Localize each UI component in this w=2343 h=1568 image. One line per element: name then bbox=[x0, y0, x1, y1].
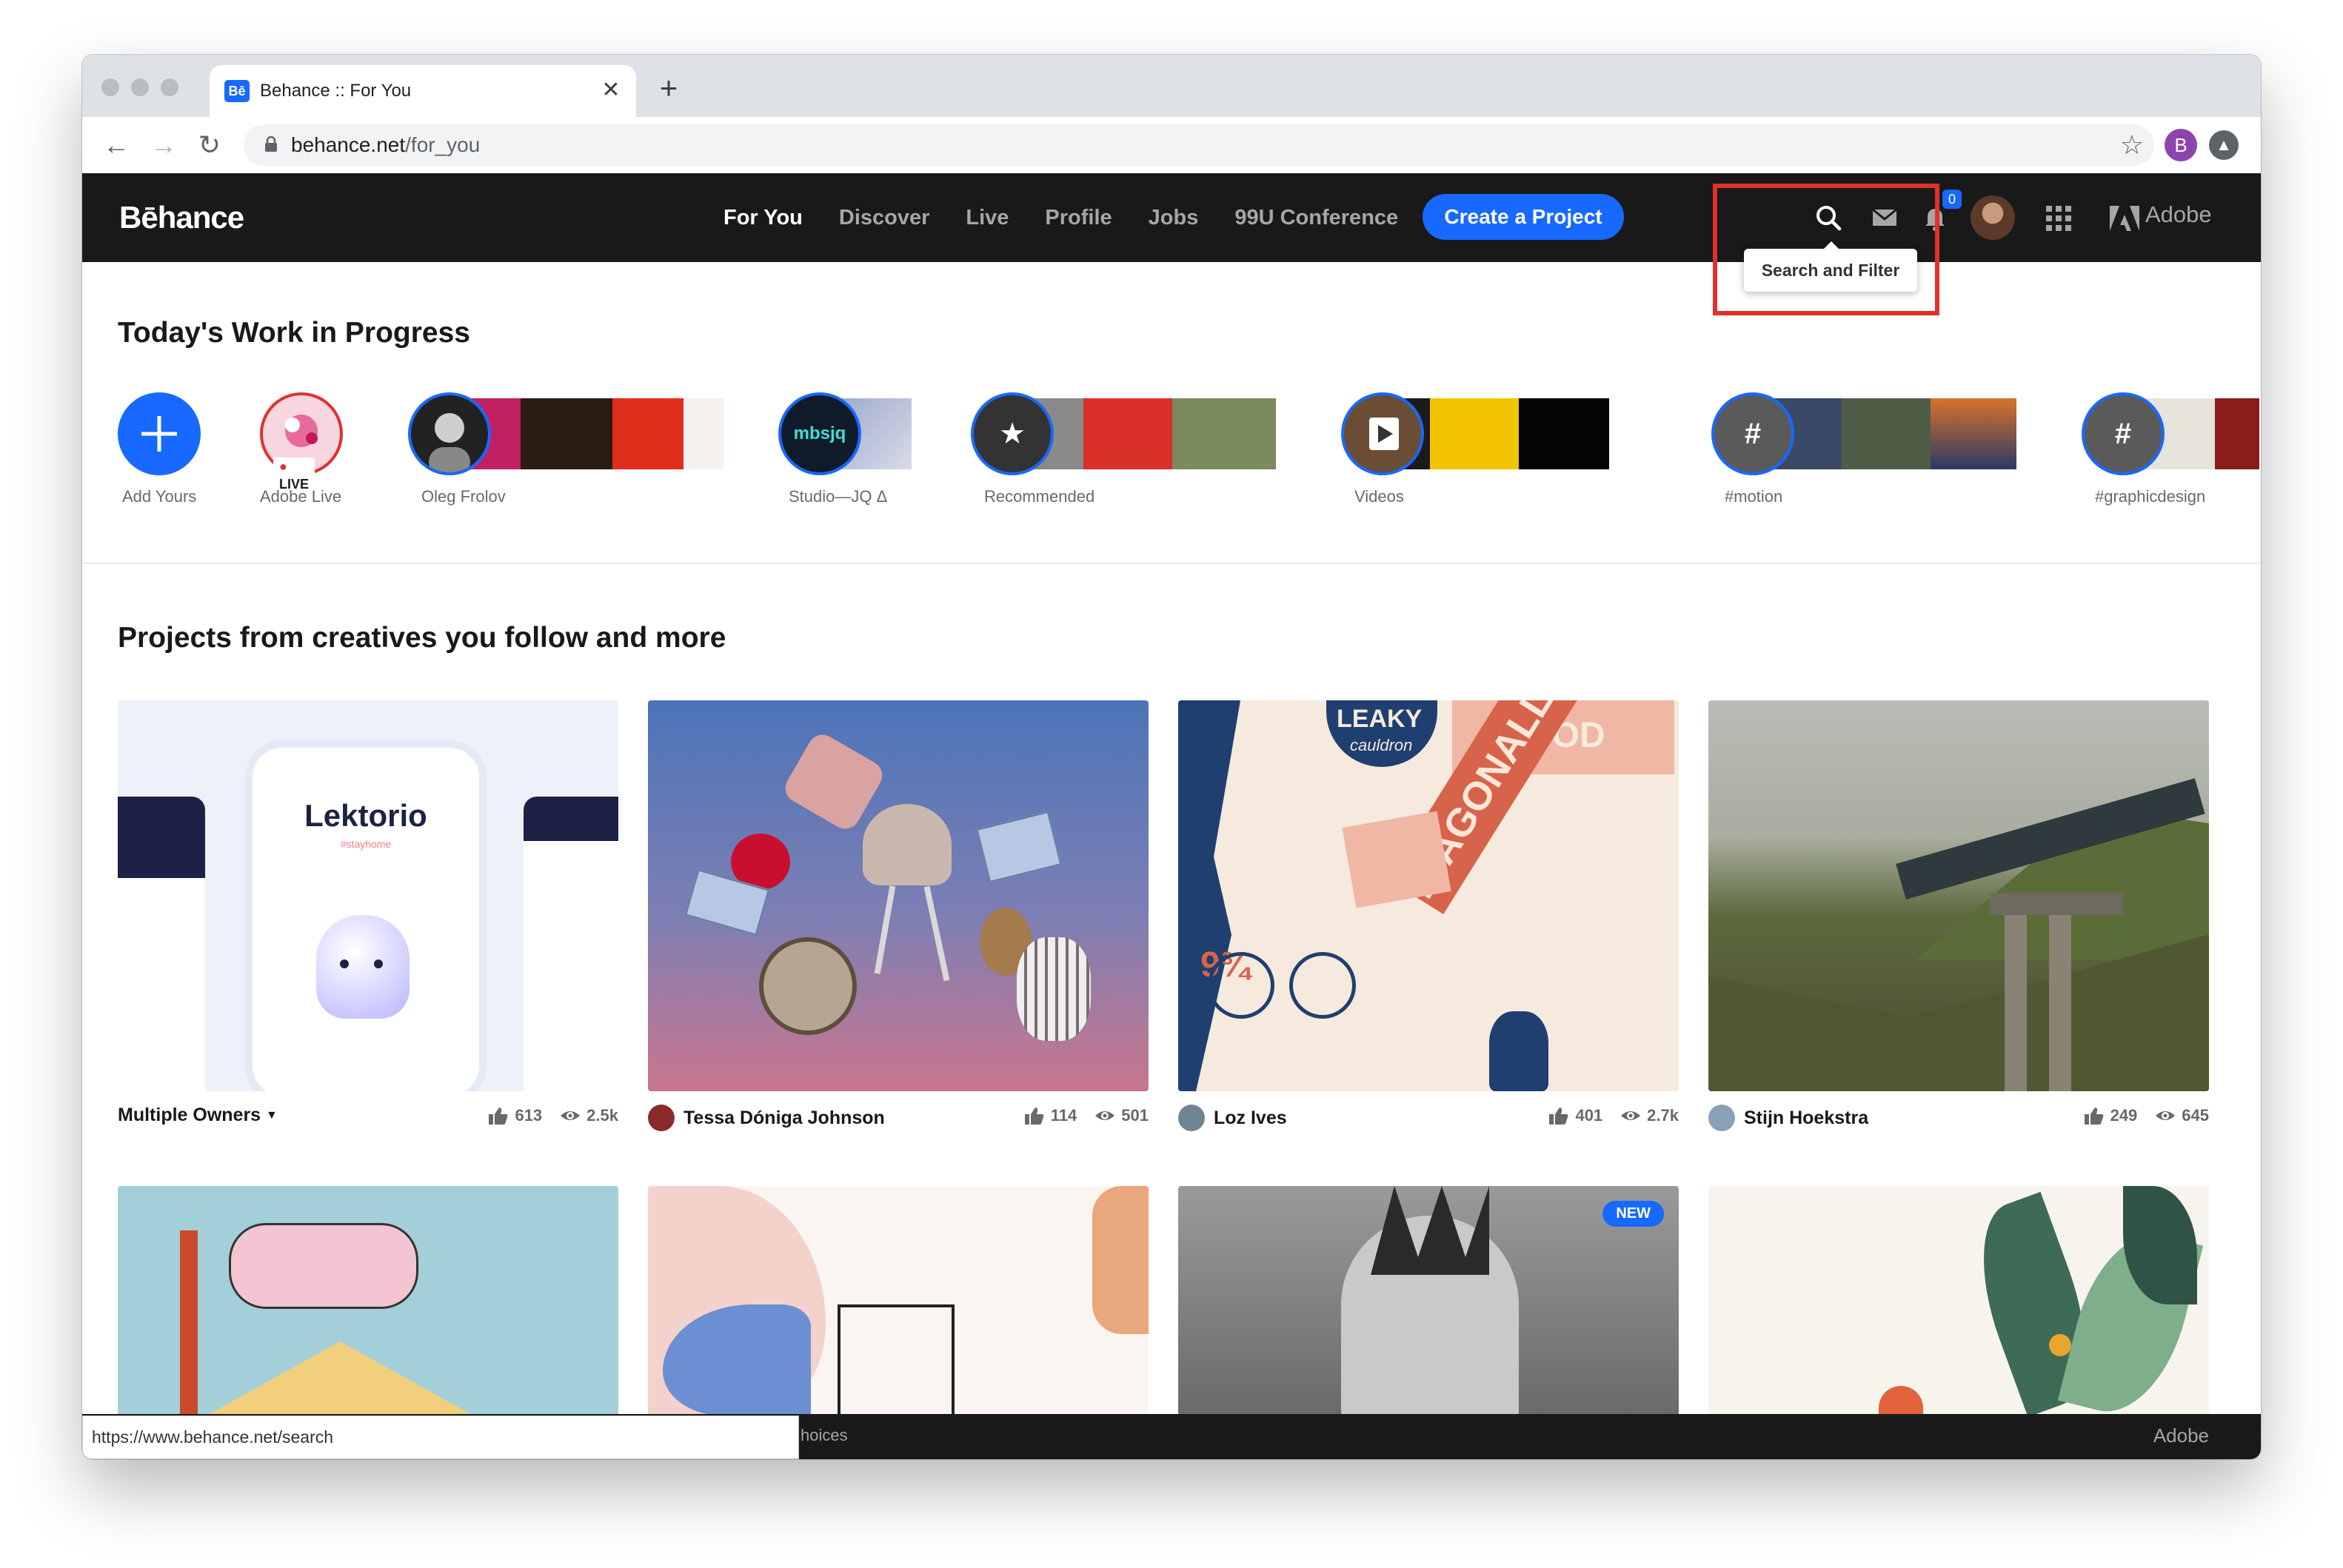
project-stats: 114 501 bbox=[1006, 1106, 1149, 1125]
apps-grid-icon[interactable] bbox=[2046, 206, 2071, 231]
minimize-window-button[interactable] bbox=[131, 78, 149, 96]
address-bar[interactable]: behance.net/for_you ☆ bbox=[244, 124, 2154, 166]
search-tooltip: Search and Filter bbox=[1744, 241, 1917, 292]
nav-jobs[interactable]: Jobs bbox=[1149, 206, 1199, 230]
behance-favicon-icon: Bē bbox=[224, 80, 250, 102]
eye-icon bbox=[2156, 1111, 2176, 1120]
wip-label: #graphicdesign bbox=[2095, 487, 2206, 506]
wip-label: Recommended bbox=[984, 487, 1095, 506]
browser-toolbar: ← → ↻ behance.net/for_you ☆ B ▲ bbox=[82, 117, 2261, 174]
nav-for-you[interactable]: For You bbox=[723, 206, 803, 230]
project-thumbnail[interactable]: LEAKY cauldron GOOD DIAGONALLY 9¾ bbox=[1178, 700, 1679, 1091]
wip-label: Studio—JQ Δ bbox=[789, 487, 888, 506]
footer-adobe-label[interactable]: Adobe bbox=[2153, 1424, 2209, 1447]
adobe-logo-icon bbox=[2110, 206, 2139, 231]
wip-thumbnail-strip bbox=[452, 398, 723, 469]
avatar bbox=[648, 1105, 675, 1131]
project-thumbnail[interactable]: Lektorio #stayhome bbox=[118, 700, 618, 1091]
tab-bar: Bē Behance :: For You ✕ + bbox=[82, 55, 2261, 117]
back-arrow-icon[interactable]: ← bbox=[97, 126, 136, 164]
eye-icon bbox=[1095, 1111, 1115, 1120]
bookmark-star-icon[interactable]: ☆ bbox=[2120, 127, 2144, 163]
project-card[interactable] bbox=[1708, 1186, 2209, 1415]
nav-99u-conference[interactable]: 99U Conference bbox=[1234, 206, 1398, 230]
project-card[interactable] bbox=[648, 1186, 1149, 1415]
wip-label: Add Yours bbox=[122, 487, 197, 506]
project-thumbnail[interactable] bbox=[1708, 1186, 2209, 1415]
close-window-button[interactable] bbox=[101, 78, 119, 96]
project-thumbnail[interactable] bbox=[118, 1186, 618, 1415]
browser-window: Bē Behance :: For You ✕ + ← → ↻ behance.… bbox=[82, 55, 2261, 1459]
forward-arrow-icon[interactable]: → bbox=[144, 126, 183, 164]
browser-profile-avatar[interactable]: B bbox=[2165, 129, 2197, 161]
eye-icon bbox=[561, 1111, 581, 1120]
studio-jq-avatar: mbsjq bbox=[778, 392, 861, 475]
project-owner[interactable]: Tessa Dóniga Johnson bbox=[648, 1105, 885, 1131]
project-thumbnail[interactable] bbox=[648, 1186, 1149, 1415]
create-project-button[interactable]: Create a Project bbox=[1423, 194, 1624, 240]
thumbs-up-icon bbox=[1549, 1108, 1568, 1125]
project-card[interactable]: NEW bbox=[1178, 1186, 1679, 1415]
hashtag-icon: # bbox=[1711, 392, 1794, 475]
new-badge: NEW bbox=[1602, 1201, 1664, 1227]
thumbs-up-icon bbox=[2084, 1108, 2103, 1125]
avatar bbox=[1178, 1105, 1205, 1131]
project-stats: 613 2.5k bbox=[470, 1106, 618, 1125]
url-path: /for_you bbox=[405, 133, 481, 156]
thumbs-up-icon bbox=[1024, 1108, 1044, 1125]
project-thumbnail[interactable] bbox=[648, 700, 1149, 1091]
main-nav: For You Discover Live Profile Jobs 99U C… bbox=[723, 173, 1434, 262]
nav-discover[interactable]: Discover bbox=[839, 206, 930, 230]
wip-label: #motion bbox=[1725, 487, 1783, 506]
notification-count-badge: 0 bbox=[1942, 190, 1962, 209]
project-card[interactable] bbox=[118, 1186, 618, 1415]
oleg-frolov-avatar bbox=[408, 392, 491, 475]
project-owner[interactable]: Loz Ives bbox=[1178, 1105, 1287, 1131]
section-divider bbox=[82, 563, 2261, 564]
nav-live[interactable]: Live bbox=[966, 206, 1009, 230]
url-host: behance.net bbox=[291, 133, 406, 156]
user-avatar[interactable] bbox=[1971, 195, 2015, 240]
thumbs-up-icon bbox=[489, 1108, 508, 1125]
project-thumbnail[interactable]: NEW bbox=[1178, 1186, 1679, 1415]
add-icon bbox=[118, 392, 201, 475]
wip-section-title: Today's Work in Progress bbox=[118, 317, 470, 349]
tab-title: Behance :: For You bbox=[260, 81, 412, 101]
play-icon bbox=[1341, 392, 1424, 475]
project-stats: 249 645 bbox=[2066, 1106, 2209, 1125]
wip-label: Oleg Frolov bbox=[421, 487, 506, 506]
avatar bbox=[1708, 1105, 1735, 1131]
wip-thumbnail-strip bbox=[1015, 398, 1276, 469]
lock-icon bbox=[265, 136, 277, 152]
star-icon: ★ bbox=[971, 392, 1054, 475]
project-owner[interactable]: Stijn Hoekstra bbox=[1708, 1105, 1868, 1131]
hashtag-icon: # bbox=[2082, 392, 2165, 475]
behance-logo[interactable]: Bēhance bbox=[119, 200, 244, 235]
footer-link[interactable]: hoices bbox=[801, 1426, 848, 1445]
wip-thumbnail-strip bbox=[1756, 398, 2016, 469]
chevron-down-icon: ▼ bbox=[266, 1108, 278, 1122]
nav-profile[interactable]: Profile bbox=[1045, 206, 1112, 230]
extension-icon[interactable]: ▲ bbox=[2209, 130, 2239, 160]
project-stats: 401 2.7k bbox=[1531, 1106, 1679, 1125]
wip-label: Adobe Live bbox=[260, 487, 342, 506]
zoom-window-button[interactable] bbox=[161, 78, 178, 96]
projects-section-title: Projects from creatives you follow and m… bbox=[118, 622, 726, 654]
project-thumbnail[interactable] bbox=[1708, 700, 2209, 1091]
status-bar-url: https://www.behance.net/search bbox=[82, 1415, 799, 1459]
url-text: behance.net/for_you bbox=[291, 133, 480, 157]
reload-icon[interactable]: ↻ bbox=[190, 126, 229, 164]
new-tab-button[interactable]: + bbox=[649, 70, 688, 108]
eye-icon bbox=[1621, 1111, 1641, 1120]
adobe-label[interactable]: Adobe bbox=[2145, 201, 2212, 228]
browser-tab[interactable]: Bē Behance :: For You ✕ bbox=[210, 65, 636, 117]
project-owner[interactable]: Multiple Owners ▼ bbox=[118, 1105, 278, 1126]
wip-label: Videos bbox=[1354, 487, 1404, 506]
tab-close-icon[interactable]: ✕ bbox=[596, 76, 626, 105]
